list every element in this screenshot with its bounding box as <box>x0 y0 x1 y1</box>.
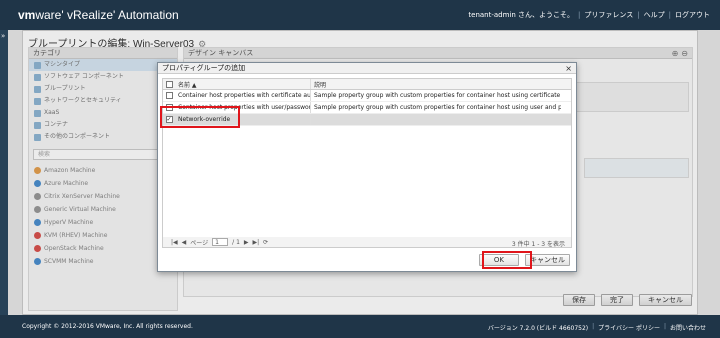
copyright: Copyright © 2012-2016 VMware, Inc. All r… <box>22 323 193 330</box>
privacy-link[interactable]: プライバシー ポリシー <box>598 323 660 332</box>
row-checkbox[interactable] <box>165 92 173 99</box>
page-number-input[interactable]: 1 <box>212 238 229 246</box>
description-column-header[interactable]: 説明 <box>311 79 571 89</box>
logout-link[interactable]: ログアウト <box>675 10 710 20</box>
close-icon[interactable]: × <box>565 63 572 74</box>
dialog-title: プロパティグループの追加 × <box>158 63 576 74</box>
table-row[interactable]: Container host properties with certifica… <box>163 90 571 102</box>
next-page-icon[interactable]: ▶ <box>244 239 249 246</box>
last-page-icon[interactable]: ▶| <box>253 239 260 246</box>
first-page-icon[interactable]: |◀ <box>171 239 178 246</box>
contact-link[interactable]: お問い合わせ <box>670 323 706 332</box>
brand-logo: vmware' vRealize' Automation <box>18 8 179 22</box>
header-links: tenant-admin さん、ようこそ。 | プリファレンス | ヘルプ | … <box>468 10 710 20</box>
name-column-header[interactable]: 名前 ▲ <box>175 79 311 89</box>
add-property-group-dialog: プロパティグループの追加 × 名前 ▲ 説明 Container host pr… <box>157 62 577 272</box>
version-text: バージョン 7.2.0 (ビルド 4660752) <box>487 325 589 332</box>
highlight-network-override <box>160 106 240 128</box>
select-all-checkbox[interactable] <box>165 80 173 88</box>
help-link[interactable]: ヘルプ <box>644 10 665 20</box>
refresh-icon[interactable]: ⟳ <box>263 239 268 246</box>
highlight-ok-button <box>482 251 532 269</box>
prev-page-icon[interactable]: ◀ <box>182 239 187 246</box>
table-pager: |◀ ◀ ページ 1 / 1 ▶ ▶| ⟳ 3 件中 1 - 3 を表示 <box>162 237 572 248</box>
welcome-text: tenant-admin さん、ようこそ。 <box>468 11 575 19</box>
footer: Copyright © 2012-2016 VMware, Inc. All r… <box>0 315 720 338</box>
top-header: vmware' vRealize' Automation tenant-admi… <box>0 0 720 30</box>
table-header: 名前 ▲ 説明 <box>163 79 571 90</box>
property-group-table: 名前 ▲ 説明 Container host properties with c… <box>162 78 572 238</box>
pager-info: 3 件中 1 - 3 を表示 <box>511 241 565 248</box>
preferences-link[interactable]: プリファレンス <box>584 10 633 20</box>
